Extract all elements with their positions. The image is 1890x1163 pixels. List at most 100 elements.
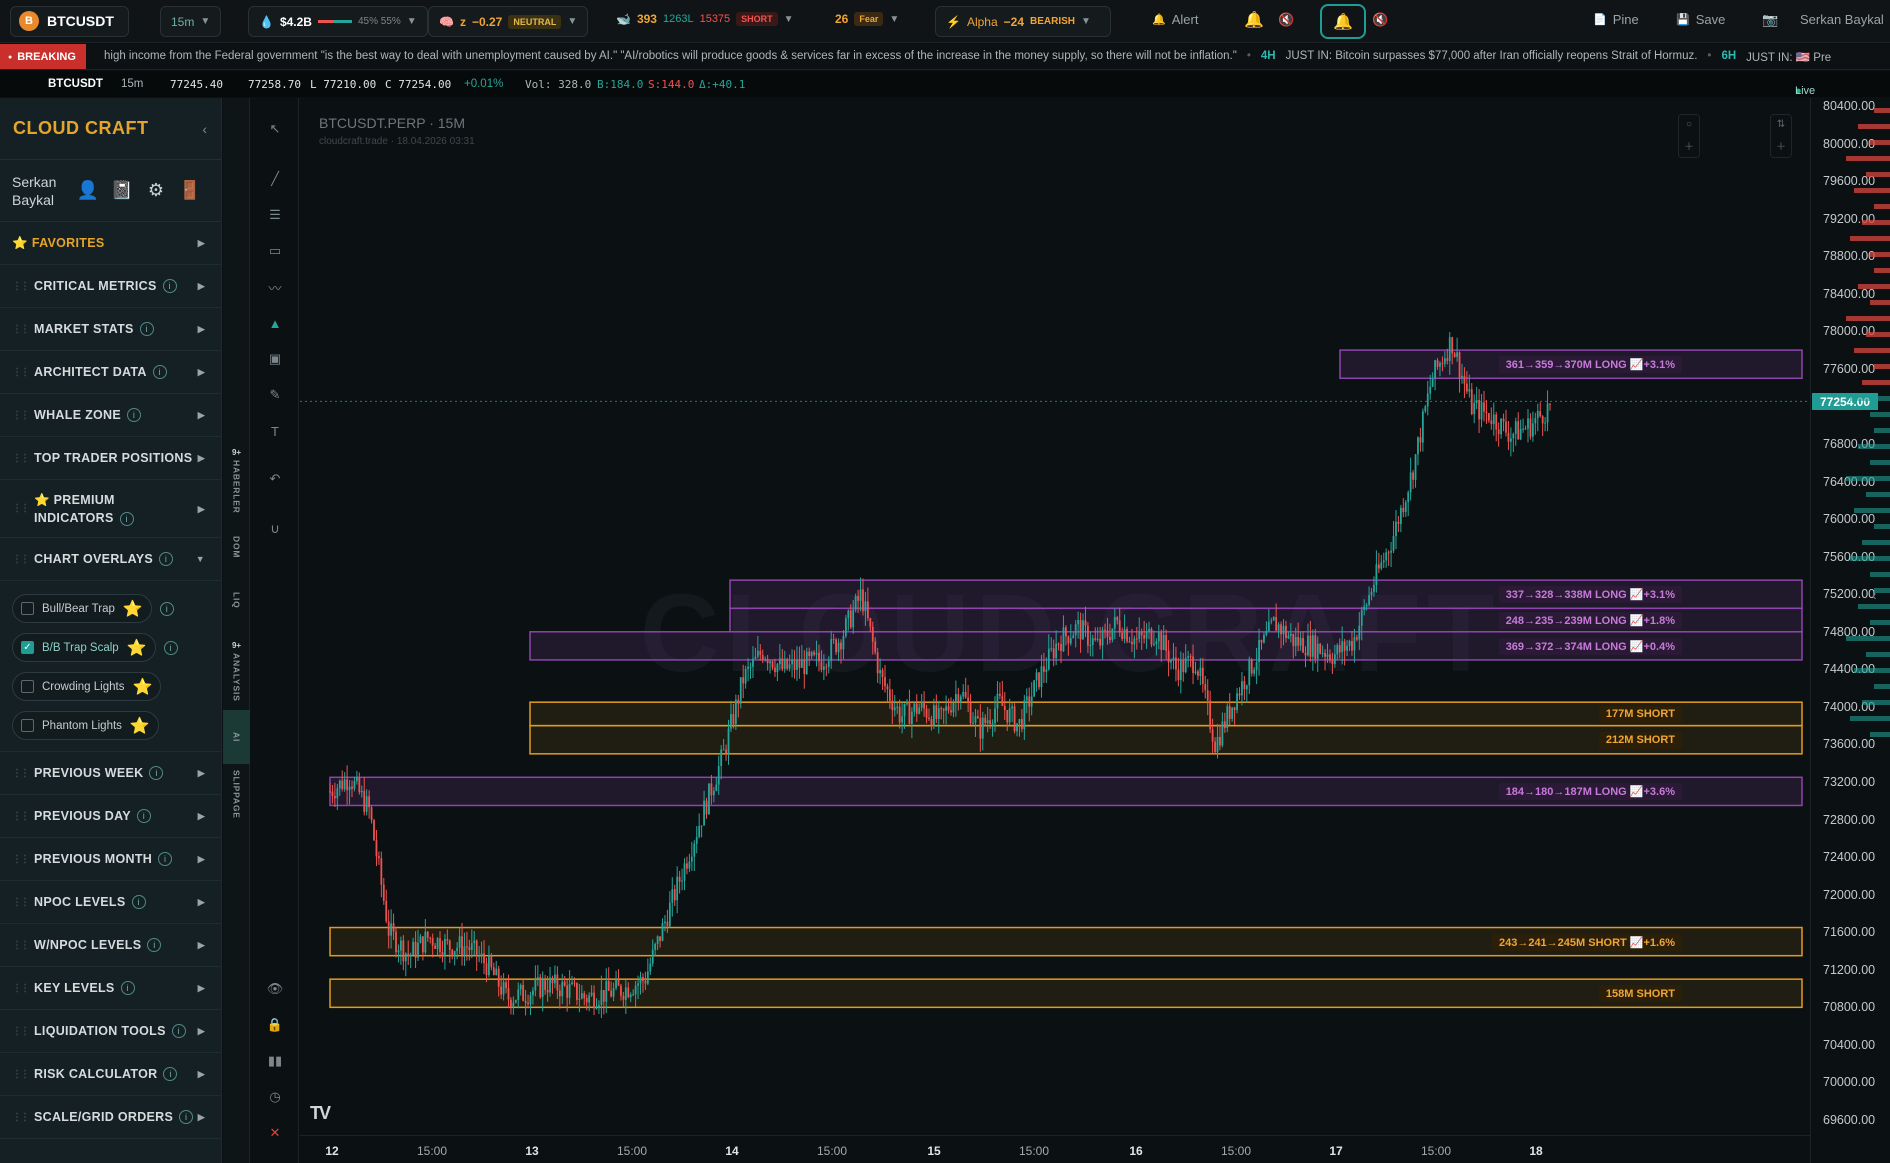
zoom-reset-icon[interactable]: ○ xyxy=(1686,119,1692,130)
info-icon[interactable]: i xyxy=(158,852,173,866)
sidebar-item-favorites[interactable]: ⭐ FAVORITES ▶ xyxy=(0,222,221,265)
info-icon[interactable]: i xyxy=(127,408,142,422)
drag-handle-icon[interactable]: ⋮⋮ xyxy=(12,940,30,951)
info-icon[interactable]: i xyxy=(136,809,151,823)
star-icon[interactable]: ⭐ xyxy=(127,638,147,658)
drag-handle-icon[interactable]: ⋮⋮ xyxy=(12,554,30,565)
text-icon[interactable]: T xyxy=(263,420,287,442)
alert-button[interactable]: 🔔 Alert xyxy=(1152,12,1198,27)
profile-icon[interactable]: 👤 xyxy=(76,179,100,203)
long-zone-label[interactable]: 337→328→338M LONG 📈+3.1% xyxy=(1498,586,1682,604)
info-icon[interactable]: i xyxy=(163,640,178,655)
long-zone-label[interactable]: 184→180→187M LONG 📈+3.6% xyxy=(1498,783,1682,801)
short-zone-label[interactable]: 158M SHORT xyxy=(1598,985,1682,1003)
info-icon[interactable]: i xyxy=(171,1024,186,1038)
sidebar-item-risk-calculator[interactable]: ⋮⋮ RISK CALCULATOR i ▶ xyxy=(0,1053,221,1096)
sidebar-item-liquidation-tools[interactable]: ⋮⋮ LIQUIDATION TOOLS i ▶ xyxy=(0,1010,221,1053)
drag-handle-icon[interactable]: ⋮⋮ xyxy=(12,1069,30,1080)
sidebar-item-key-levels[interactable]: ⋮⋮ KEY LEVELS i ▶ xyxy=(0,967,221,1010)
sidebar-item-previous-week[interactable]: ⋮⋮ PREVIOUS WEEK i ▶ xyxy=(0,752,221,795)
zscore-widget[interactable]: 🧠 z −0.27 NEUTRAL ▼ xyxy=(428,6,589,37)
info-icon[interactable]: i xyxy=(147,938,162,952)
liquidity-widget[interactable]: 💧 $4.2B 45% 55% ▼ xyxy=(248,6,428,37)
book-icon[interactable]: 📓 xyxy=(110,179,134,203)
bell-icon[interactable]: 🔔 xyxy=(1244,10,1264,30)
sidebar-item-top-trader-positions[interactable]: ⋮⋮ TOP TRADER POSITIONS ▶ xyxy=(0,437,221,480)
bars-icon[interactable]: ▮▮ xyxy=(263,1050,287,1072)
undo-icon[interactable]: ↶ xyxy=(263,468,287,490)
drag-handle-icon[interactable]: ⋮⋮ xyxy=(12,811,30,822)
user-menu[interactable]: Serkan Baykal xyxy=(1800,12,1884,27)
info-icon[interactable]: i xyxy=(131,895,146,909)
magnet-icon[interactable]: ∪ xyxy=(263,518,287,540)
tab-analysis[interactable]: 9+ ANALYSIS xyxy=(223,641,250,702)
short-zone-label[interactable]: 243→241→245M SHORT 📈+1.6% xyxy=(1491,933,1682,951)
tab-liq[interactable]: LIQ xyxy=(223,592,250,609)
plus-icon[interactable]: ＋ xyxy=(1776,138,1786,153)
drag-handle-icon[interactable]: ⋮⋮ xyxy=(12,983,30,994)
long-position-icon[interactable]: ▲ xyxy=(263,312,287,334)
alpha-widget[interactable]: ⚡ Alpha −24 BEARISH ▼ xyxy=(935,6,1111,37)
drag-handle-icon[interactable]: ⋮⋮ xyxy=(12,367,30,378)
long-zone-label[interactable]: 361→359→370M LONG 📈+3.1% xyxy=(1498,356,1682,374)
pattern-icon[interactable]: 〰 xyxy=(263,276,287,298)
trend-line-icon[interactable]: ╱ xyxy=(263,168,287,190)
long-zone-label[interactable]: 369→372→374M LONG 📈+0.4% xyxy=(1498,637,1682,655)
drag-handle-icon[interactable]: ⋮⋮ xyxy=(12,453,30,464)
drag-handle-icon[interactable]: ⋮⋮ xyxy=(12,324,30,335)
symbol-selector[interactable]: B BTCUSDT xyxy=(10,5,129,37)
interval-selector[interactable]: 15m ▼ xyxy=(160,6,222,37)
tab-slippage[interactable]: SLIPPAGE xyxy=(223,770,250,819)
camera-icon[interactable]: 📷 xyxy=(1762,12,1778,28)
logout-icon[interactable]: 🚪 xyxy=(178,179,202,203)
info-icon[interactable]: i xyxy=(159,601,174,616)
clock-icon[interactable]: ◷ xyxy=(263,1086,287,1108)
ticker-item[interactable]: JUST IN: 🇺🇸 Pre xyxy=(1746,50,1831,64)
checkbox[interactable] xyxy=(21,719,34,732)
tab-haberler[interactable]: 9+ HABERLER xyxy=(223,448,250,514)
news-ticker[interactable]: ● BREAKING high income from the Federal … xyxy=(0,44,1890,70)
fib-icon[interactable]: ☰ xyxy=(263,204,287,226)
info-icon[interactable]: i xyxy=(152,365,167,379)
chart-zoom-control[interactable]: ○ ＋ xyxy=(1678,114,1700,158)
chevron-left-icon[interactable]: ‹ xyxy=(1872,587,1877,603)
drag-handle-icon[interactable]: ⋮⋮ xyxy=(12,1112,30,1123)
tab-dom[interactable]: DOM xyxy=(223,536,250,558)
info-icon[interactable]: i xyxy=(162,279,177,293)
drag-handle-icon[interactable]: ⋮⋮ xyxy=(12,500,30,518)
info-icon[interactable]: i xyxy=(163,1067,178,1081)
checkbox[interactable] xyxy=(21,680,34,693)
star-icon[interactable]: ⭐ xyxy=(132,677,152,697)
overlay-toggle[interactable]: Phantom Lights ⭐ xyxy=(12,711,159,740)
eye-icon[interactable]: 👁 xyxy=(263,978,287,1000)
sidebar-item-critical-metrics[interactable]: ⋮⋮ CRITICAL METRICS i ▶ xyxy=(0,265,221,308)
info-icon[interactable]: i xyxy=(149,766,164,780)
brush-icon[interactable]: ✎ xyxy=(263,384,287,406)
chevron-left-icon[interactable]: ‹ xyxy=(202,121,207,137)
info-icon[interactable]: i xyxy=(119,511,134,526)
pine-button[interactable]: 📄 Pine xyxy=(1593,12,1639,27)
mute-icon[interactable]: 🔇 xyxy=(1278,12,1294,28)
overlay-toggle[interactable]: Bull/Bear Trap ⭐ xyxy=(12,594,152,623)
star-icon[interactable]: ⭐ xyxy=(130,716,150,736)
long-zone-label[interactable]: 248→235→239M LONG 📈+1.8% xyxy=(1498,612,1682,630)
whale-widget[interactable]: 🐋 393 1263L 15375 SHORT ▼ xyxy=(616,12,794,26)
info-icon[interactable]: i xyxy=(159,552,174,566)
scale-icon[interactable]: ⇅ xyxy=(1777,119,1785,130)
price-chart[interactable]: CLOUD CRAFT BTCUSDT.PERP · 15M cloudcraf… xyxy=(300,98,1810,1135)
save-button[interactable]: 💾 Save xyxy=(1676,12,1725,27)
chart-scale-control[interactable]: ⇅ ＋ xyxy=(1770,114,1792,158)
drag-handle-icon[interactable]: ⋮⋮ xyxy=(12,768,30,779)
tab-ai[interactable]: AI xyxy=(223,710,250,764)
drag-handle-icon[interactable]: ⋮⋮ xyxy=(12,410,30,421)
time-axis[interactable]: 12 15:00 13 15:00 14 15:00 15 15:00 16 15:00 17 15:… xyxy=(300,1135,1810,1163)
sidebar-item-whale-zone[interactable]: ⋮⋮ WHALE ZONE i ▶ xyxy=(0,394,221,437)
fear-greed-widget[interactable]: 26 Fear ▼ xyxy=(835,12,899,26)
sidebar-item-architect-data[interactable]: ⋮⋮ ARCHITECT DATA i ▶ xyxy=(0,351,221,394)
overlay-toggle[interactable]: ✓ B/B Trap Scalp ⭐ xyxy=(12,633,156,662)
lock-icon[interactable]: 🔒 xyxy=(263,1014,287,1036)
ticker-item[interactable]: JUST IN: Bitcoin surpasses $77,000 after… xyxy=(1286,50,1698,64)
sidebar-item-premium-indicators[interactable]: ⋮⋮ ⭐ PREMIUM INDICATORS i ▶ xyxy=(0,480,221,538)
overlay-toggle[interactable]: Crowding Lights ⭐ xyxy=(12,672,162,701)
drag-handle-icon[interactable]: ⋮⋮ xyxy=(12,281,30,292)
